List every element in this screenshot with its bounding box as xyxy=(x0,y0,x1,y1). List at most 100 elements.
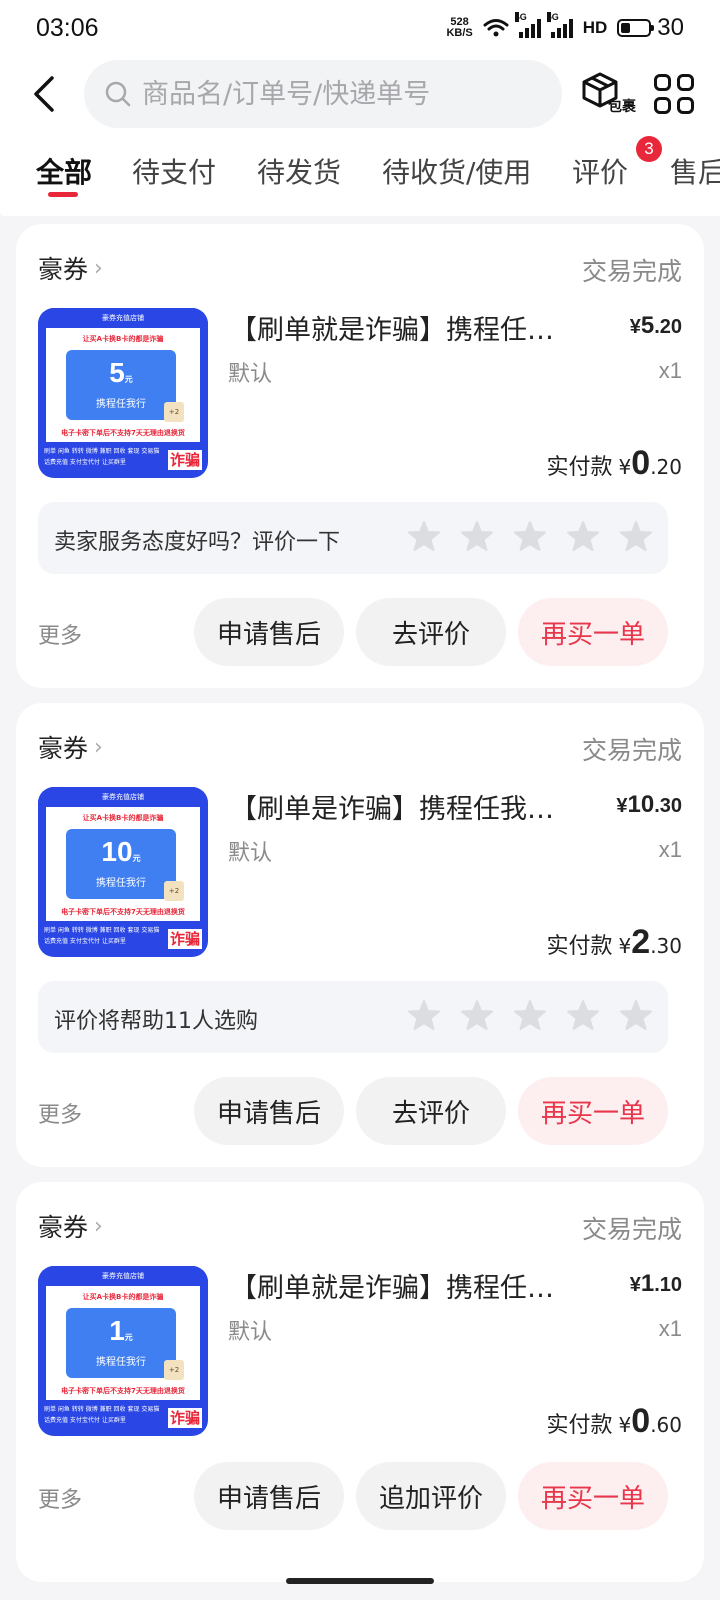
thumb-fraud-label: 诈骗 xyxy=(167,450,202,470)
product-spec: 默认 xyxy=(228,841,273,866)
star-icon[interactable] xyxy=(620,520,652,552)
tab-pending-payment[interactable]: 待支付 xyxy=(132,148,216,198)
chevron-right-icon: › xyxy=(94,734,103,760)
shop-name: 豪券 xyxy=(38,1213,89,1242)
product-thumbnail[interactable]: 豪券充值店铺 让买A卡换B卡的都是诈骗 10元 携程任我行 +2 电子卡密下单后… xyxy=(38,787,208,957)
star-icon[interactable] xyxy=(461,999,493,1031)
signal-icon-sim1: 4G xyxy=(514,12,541,38)
review-prompt-box[interactable]: 评价将帮助11人选购 xyxy=(38,981,668,1053)
more-link[interactable]: 更多 xyxy=(38,618,82,650)
star-icon[interactable] xyxy=(461,520,493,552)
shop-link[interactable]: 豪券 › xyxy=(38,1208,103,1244)
thumb-notice-text: 电子卡密下单后不支持7天无理由退换货 xyxy=(61,908,185,916)
write-review-button[interactable]: 去评价 xyxy=(356,1077,506,1145)
thumb-warning-text: 让买A卡换B卡的都是诈骗 xyxy=(82,1293,164,1301)
thumb-card-name: 携程任我行 xyxy=(96,399,146,410)
star-icon[interactable] xyxy=(567,999,599,1031)
shop-link[interactable]: 豪券 › xyxy=(38,250,103,286)
thumb-shop-text: 豪券充值店铺 xyxy=(38,787,208,807)
status-time: 03:06 xyxy=(36,13,99,42)
buy-again-button[interactable]: 再买一单 xyxy=(518,598,668,666)
network-speed-unit: KB/S xyxy=(446,27,473,39)
apply-after-sale-button[interactable]: 申请售后 xyxy=(194,1462,344,1530)
product-quantity: x1 xyxy=(658,1316,682,1341)
tab-review[interactable]: 评价 xyxy=(572,148,628,198)
star-icon[interactable] xyxy=(514,520,546,552)
sim1-label: 4G xyxy=(514,12,527,22)
add-review-button[interactable]: 追加评价 xyxy=(356,1462,506,1530)
apply-after-sale-button[interactable]: 申请售后 xyxy=(194,598,344,666)
order-card: 豪券 › 交易完成 豪券充值店铺 让买A卡换B卡的都是诈骗 5元 携程任我行 +… xyxy=(16,224,704,688)
search-input[interactable] xyxy=(142,78,542,110)
star-rating[interactable] xyxy=(408,999,652,1031)
active-tab-indicator xyxy=(48,192,78,197)
star-icon[interactable] xyxy=(408,520,440,552)
more-link[interactable]: 更多 xyxy=(38,1097,82,1129)
thumb-shop-text: 豪券充值店铺 xyxy=(38,308,208,328)
star-icon[interactable] xyxy=(567,520,599,552)
tab-pending-receipt[interactable]: 待收货/使用 xyxy=(382,148,531,198)
review-prompt-text: 评价将帮助11人选购 xyxy=(54,1009,258,1034)
status-bar: 03:06 528 KB/S 4G 5G HD 30 xyxy=(0,0,720,56)
product-title[interactable]: 【刷单就是诈骗】携程任我行礼品卡5元 xyxy=(230,308,576,347)
thumb-card-name: 携程任我行 xyxy=(96,1357,146,1368)
tab-all[interactable]: 全部 xyxy=(36,148,92,198)
product-title[interactable]: 【刷单是诈骗】携程任我行礼品卡10元 xyxy=(230,787,576,826)
thumb-card-unit: 元 xyxy=(132,854,141,863)
product-thumbnail[interactable]: 豪券充值店铺 让买A卡换B卡的都是诈骗 1元 携程任我行 +2 电子卡密下单后不… xyxy=(38,1266,208,1436)
thumb-shop-text: 豪券充值店铺 xyxy=(38,1266,208,1286)
thumb-card-value: 10 xyxy=(101,836,133,867)
thumb-card-value: 1 xyxy=(109,1315,125,1346)
order-card: 豪券 › 交易完成 豪券充值店铺 让买A卡换B卡的都是诈骗 10元 携程任我行 … xyxy=(16,703,704,1167)
star-icon[interactable] xyxy=(408,999,440,1031)
hd-indicator: HD xyxy=(582,18,608,37)
buy-again-button[interactable]: 再买一单 xyxy=(518,1462,668,1530)
chevron-right-icon: › xyxy=(94,1213,103,1239)
product-thumbnail[interactable]: 豪券充值店铺 让买A卡换B卡的都是诈骗 5元 携程任我行 +2 电子卡密下单后不… xyxy=(38,308,208,478)
shop-link[interactable]: 豪券 › xyxy=(38,729,103,765)
thumb-fraud-label: 诈骗 xyxy=(167,1408,202,1428)
thumb-chip: +2 xyxy=(164,402,184,422)
package-button[interactable]: 包裹 xyxy=(580,70,640,120)
thumb-chip: +2 xyxy=(164,1360,184,1380)
thumb-notice-text: 电子卡密下单后不支持7天无理由退换货 xyxy=(61,1387,185,1395)
signal-icon-sim2: 5G xyxy=(546,12,573,38)
paid-amount: 实付款 ¥0.60 xyxy=(546,1402,682,1440)
back-icon[interactable] xyxy=(26,74,62,114)
thumb-warning-text: 让买A卡换B卡的都是诈骗 xyxy=(82,814,164,822)
star-rating[interactable] xyxy=(408,520,652,552)
order-tabs: 全部 待支付 待发货 待收货/使用 评价 售后 xyxy=(0,148,720,208)
tab-pending-shipment[interactable]: 待发货 xyxy=(257,148,341,198)
order-status: 交易完成 xyxy=(581,1215,682,1244)
review-prompt-box[interactable]: 卖家服务态度好吗？评价一下 xyxy=(38,502,668,574)
order-status: 交易完成 xyxy=(581,257,682,286)
product-spec: 默认 xyxy=(228,1320,273,1345)
home-indicator[interactable] xyxy=(286,1578,434,1584)
thumb-chip: +2 xyxy=(164,881,184,901)
tab-after-sale[interactable]: 售后 xyxy=(670,148,720,198)
paid-amount: 实付款 ¥0.20 xyxy=(546,444,682,482)
thumb-fraud-label: 诈骗 xyxy=(167,929,202,949)
shop-name: 豪券 xyxy=(38,255,89,284)
star-icon[interactable] xyxy=(514,999,546,1031)
star-icon[interactable] xyxy=(620,999,652,1031)
thumb-card-unit: 元 xyxy=(124,1333,133,1342)
thumb-keywords: 刷单 闲鱼 转转 微博 兼职 回收 套现 交易猫 话费充值 支付宝代付 让买群里 xyxy=(44,1406,160,1424)
product-title[interactable]: 【刷单就是诈骗】携程任我行礼品卡1元 xyxy=(230,1266,576,1305)
thumb-card-unit: 元 xyxy=(124,375,133,384)
product-quantity: x1 xyxy=(658,358,682,383)
apply-after-sale-button[interactable]: 申请售后 xyxy=(194,1077,344,1145)
search-box[interactable] xyxy=(84,60,562,128)
sim2-label: 5G xyxy=(546,12,559,22)
thumb-keywords: 刷单 闲鱼 转转 微博 兼职 回收 套现 交易猫 话费充值 支付宝代付 让买群里 xyxy=(44,448,160,466)
write-review-button[interactable]: 去评价 xyxy=(356,598,506,666)
thumb-card-value: 5 xyxy=(109,357,125,388)
buy-again-button[interactable]: 再买一单 xyxy=(518,1077,668,1145)
more-link[interactable]: 更多 xyxy=(38,1482,82,1514)
thumb-warning-text: 让买A卡换B卡的都是诈骗 xyxy=(82,335,164,343)
menu-grid-icon[interactable] xyxy=(654,74,694,114)
product-spec: 默认 xyxy=(228,362,273,387)
product-price: ¥1.10 xyxy=(629,1270,682,1297)
wifi-icon xyxy=(483,19,509,37)
header: 包裹 全部 待支付 待发货 待收货/使用 评价 售后 3 xyxy=(0,56,720,216)
